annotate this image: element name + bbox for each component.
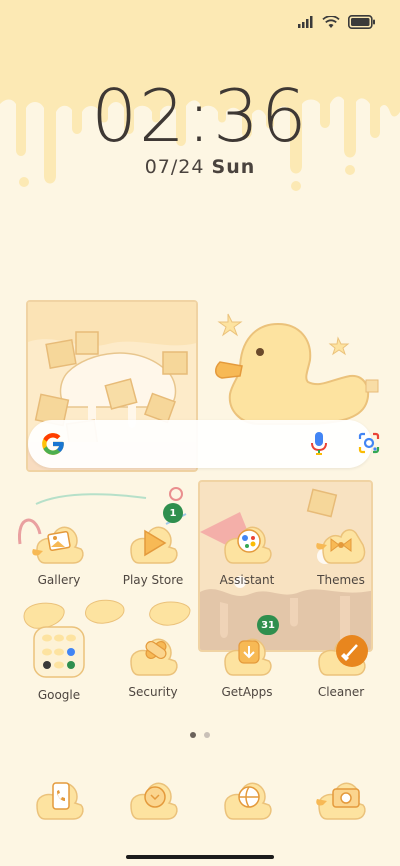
app-security[interactable]: Security: [113, 631, 193, 699]
duck-decoration: [215, 313, 379, 425]
clock-time[interactable]: 02:36: [0, 74, 400, 158]
lens-icon[interactable]: [358, 432, 380, 454]
home-screen: 02:36 07/24 Sun Gallery 1 Play Store Ass…: [0, 0, 400, 866]
app-label: Security: [128, 685, 178, 699]
app-themes[interactable]: Themes: [301, 519, 381, 587]
app-label: Play Store: [122, 573, 184, 587]
clock-date[interactable]: 07/24 Sun: [0, 156, 400, 178]
status-bar: [298, 12, 376, 32]
folder-icon: [33, 626, 85, 678]
app-gallery[interactable]: Gallery: [19, 519, 99, 587]
themes-icon: [313, 519, 369, 567]
home-indicator[interactable]: [126, 855, 274, 859]
google-logo-icon: [42, 433, 64, 455]
app-label: Cleaner: [317, 685, 365, 699]
messages-icon: [125, 775, 181, 823]
app-getapps[interactable]: 31 GetApps: [207, 615, 287, 699]
app-label: Assistant: [219, 573, 275, 587]
page-indicator[interactable]: [0, 732, 400, 738]
page-dot[interactable]: [204, 732, 210, 738]
signal-icon: [298, 16, 313, 28]
notification-badge: 31: [257, 615, 279, 635]
getapps-icon: 31: [219, 615, 279, 679]
wifi-icon: [322, 15, 340, 28]
app-label: GetApps: [221, 685, 273, 699]
assistant-icon: [219, 519, 275, 567]
app-play-store[interactable]: 1 Play Store: [113, 503, 193, 587]
cleaner-icon: [313, 631, 369, 679]
gallery-icon: [31, 519, 87, 567]
app-google-folder[interactable]: Google: [19, 626, 99, 702]
app-label: Themes: [317, 573, 365, 587]
app-label: Gallery: [37, 573, 81, 587]
security-icon: [125, 631, 181, 679]
app-label: Google: [37, 688, 81, 702]
play-store-icon: 1: [125, 503, 183, 567]
date-text: 07/24: [144, 156, 205, 178]
page-dot-active[interactable]: [190, 732, 196, 738]
dock-browser[interactable]: [207, 775, 287, 823]
mic-icon[interactable]: [311, 432, 327, 456]
browser-icon: [219, 775, 275, 823]
app-cleaner[interactable]: Cleaner: [301, 631, 381, 699]
dock-phone[interactable]: [19, 775, 99, 823]
google-search-bar[interactable]: [28, 420, 380, 468]
notification-badge: 1: [163, 503, 183, 523]
app-assistant[interactable]: Assistant: [207, 519, 287, 587]
phone-icon: [31, 775, 87, 823]
dock-camera[interactable]: [301, 775, 381, 823]
day-of-week: Sun: [211, 156, 256, 178]
dock-messages[interactable]: [113, 775, 193, 823]
battery-icon: [348, 15, 375, 29]
camera-icon: [313, 775, 369, 823]
